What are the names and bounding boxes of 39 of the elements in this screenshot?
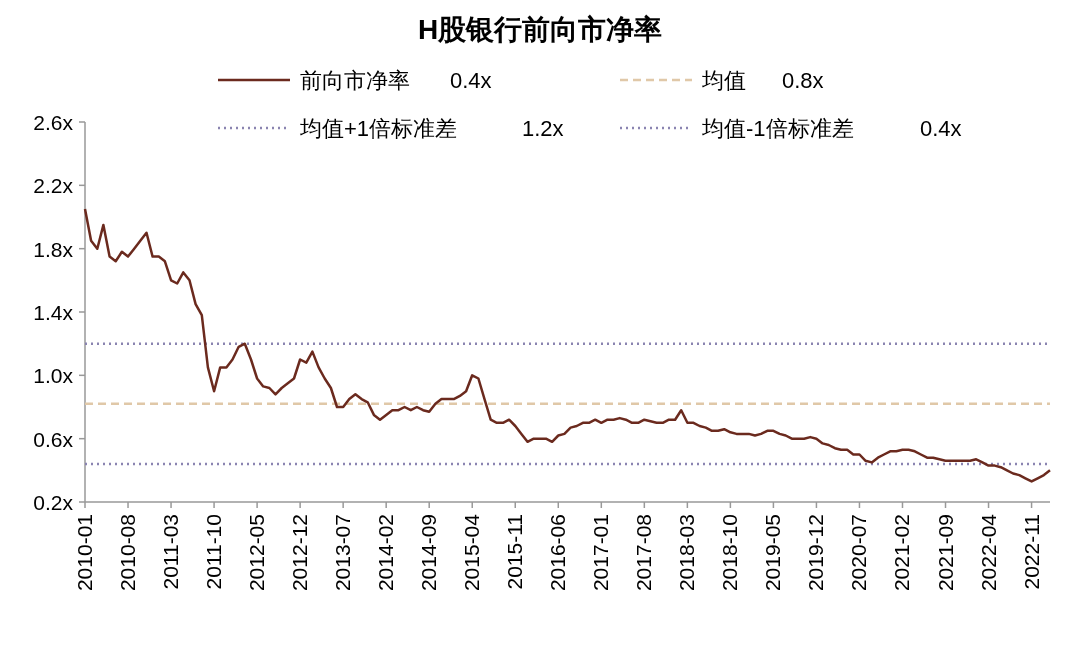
x-tick-label: 2014-02	[374, 514, 398, 592]
x-tick-label: 2021-02	[890, 514, 914, 592]
legend-label: 前向市净率	[300, 68, 410, 93]
x-tick-label: 2012-12	[288, 514, 312, 592]
chart-title: H股银行前向市净率	[417, 13, 663, 47]
x-tick-label: 2012-05	[245, 514, 269, 592]
x-tick-label: 2011-03	[159, 514, 183, 590]
y-tick-label: 2.6x	[33, 111, 73, 134]
legend-value: 0.4x	[450, 68, 492, 93]
legend-value: 0.4x	[920, 116, 962, 141]
x-tick-label: 2010-08	[116, 514, 140, 592]
x-tick-label: 2015-11	[503, 514, 527, 590]
x-tick-label: 2016-06	[546, 514, 570, 592]
legend-label: 均值-1倍标准差	[702, 116, 854, 141]
x-tick-label: 2010-01	[73, 514, 96, 592]
x-tick-label: 2022-04	[976, 514, 1000, 592]
x-tick-label: 2020-07	[847, 514, 871, 592]
x-tick-label: 2017-01	[589, 514, 613, 592]
x-tick-label: 2011-10	[202, 514, 226, 590]
x-tick-label: 2014-09	[417, 514, 441, 592]
legend-label: 均值+1倍标准差	[300, 116, 458, 141]
y-tick-label: 1.4x	[33, 301, 73, 324]
x-tick-label: 2017-08	[632, 514, 656, 592]
x-tick-label: 2019-05	[761, 514, 785, 592]
y-tick-label: 0.2x	[33, 491, 73, 514]
x-tick-label: 2022-11	[1019, 514, 1043, 590]
y-tick-label: 0.6x	[33, 427, 73, 451]
y-tick-label: 1.8x	[33, 237, 73, 261]
x-tick-label: 2018-03	[675, 514, 699, 592]
legend-value: 0.8x	[782, 68, 824, 93]
x-tick-label: 2013-07	[331, 514, 355, 592]
x-tick-label: 2019-12	[804, 514, 828, 592]
y-tick-label: 1.0x	[33, 364, 73, 388]
legend-value: 1.2x	[522, 116, 564, 141]
legend-label: 均值	[702, 68, 746, 93]
x-tick-label: 2021-09	[933, 514, 957, 592]
x-tick-label: 2015-04	[460, 514, 484, 592]
y-tick-label: 2.2x	[33, 174, 73, 198]
x-tick-label: 2018-10	[718, 514, 742, 592]
